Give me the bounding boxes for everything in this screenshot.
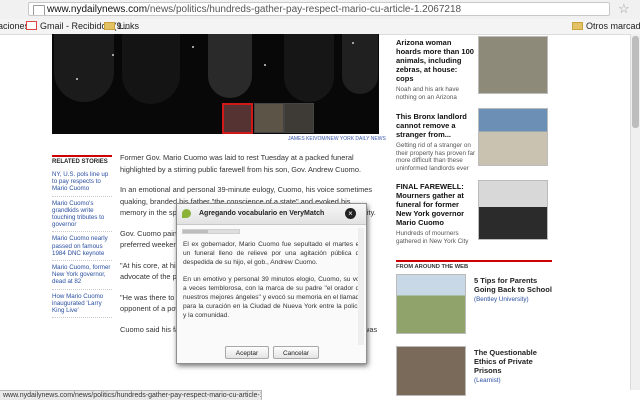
bookmark-other-label: Otros marcadores <box>586 21 640 31</box>
related-link[interactable]: How Mario Cuomo inaugurated 'Larry King … <box>52 293 112 319</box>
photo-figure <box>208 34 252 98</box>
related-stories: RELATED STORIES NY, U.S. pols line up to… <box>52 155 112 321</box>
ad-item[interactable]: The Questionable Ethics of Private Priso… <box>474 348 554 384</box>
story-thumbnail[interactable] <box>478 180 548 240</box>
dialog-scrollbar[interactable] <box>358 228 364 345</box>
section-title: FROM AROUND THE WEB <box>396 260 552 270</box>
ad-source[interactable]: (Learnist) <box>474 377 554 384</box>
article-paragraph: Former Gov. Mario Cuomo was laid to rest… <box>120 153 361 174</box>
photo-figure <box>284 34 334 102</box>
story-title[interactable]: This Bronx landlord cannot remove a stra… <box>396 112 476 139</box>
gallery-thumb[interactable] <box>254 103 284 133</box>
folder-icon <box>104 22 115 30</box>
snowflake <box>352 42 354 44</box>
story-thumbnail[interactable] <box>478 36 548 94</box>
url-input[interactable]: www.nydailynews.com/news/politics/hundre… <box>28 2 610 16</box>
story-desc: Noah and his ark have nothing on an Ariz… <box>396 86 460 101</box>
page-icon <box>33 5 45 15</box>
progress-bar <box>182 229 240 234</box>
bookmark-other[interactable]: Otros marcadores <box>572 19 640 34</box>
page-scrollbar[interactable] <box>630 34 640 390</box>
ad-thumbnail[interactable] <box>396 346 466 396</box>
photo-figure <box>342 34 378 94</box>
address-bar: www.nydailynews.com/news/politics/hundre… <box>0 0 640 20</box>
close-icon[interactable]: × <box>345 208 356 219</box>
photo-credit: JAMES KEIVOM/NEW YORK DAILY NEWS <box>288 136 386 142</box>
article-photo <box>52 34 379 134</box>
gallery-thumb[interactable] <box>222 103 253 134</box>
bookmark-links-label: Links <box>118 21 140 31</box>
ad-item[interactable]: 5 Tips for Parents Going Back to School … <box>474 276 554 303</box>
related-link[interactable]: Mario Cuomo nearly passed on famous 1984… <box>52 235 112 262</box>
photo-figure <box>122 34 180 104</box>
rail-story[interactable]: FINAL FAREWELL: Mourners gather at funer… <box>396 182 476 245</box>
dialog-text: El ex gobernador, Mario Cuomo fue sepult… <box>183 240 363 346</box>
photo-figure <box>54 34 114 102</box>
gmail-icon <box>26 21 37 30</box>
rail-story[interactable]: This Bronx landlord cannot remove a stra… <box>396 112 476 172</box>
url-host: www.nydailynews.com <box>47 4 148 15</box>
folder-icon <box>572 22 583 30</box>
bookmarks-bar: aciones Gmail - Recibidos (9... Links Ot… <box>0 19 640 35</box>
related-stories-title: RELATED STORIES <box>52 155 112 165</box>
story-title[interactable]: FINAL FAREWELL: Mourners gather at funer… <box>396 182 476 227</box>
accept-button[interactable]: Aceptar <box>225 346 269 359</box>
gallery-thumb[interactable] <box>284 103 314 133</box>
cancel-button[interactable]: Cancelar <box>273 346 319 359</box>
snowflake <box>264 64 266 66</box>
story-thumbnail[interactable] <box>478 108 548 166</box>
ad-source[interactable]: (Bentley University) <box>474 296 554 303</box>
scrollbar-thumb[interactable] <box>632 36 639 128</box>
story-desc: Hundreds of mourners gathered in New Yor… <box>396 230 469 245</box>
related-link[interactable]: Mario Cuomo, former New York governor, d… <box>52 264 112 290</box>
dialog-paragraph: En un emotivo y personal 39 minutos elog… <box>183 275 363 320</box>
ad-thumbnail[interactable] <box>396 274 466 334</box>
snowflake <box>112 54 114 56</box>
story-title[interactable]: Arizona woman hoards more than 100 anima… <box>396 38 476 83</box>
web-section: FROM AROUND THE WEB <box>396 260 552 270</box>
status-bar: www.nydailynews.com/news/politics/hundre… <box>0 390 262 400</box>
related-link[interactable]: NY, U.S. pols line up to pay respects to… <box>52 171 112 197</box>
snowflake <box>192 46 194 48</box>
rail-story[interactable]: Arizona woman hoards more than 100 anima… <box>396 38 476 101</box>
story-desc: Getting rid of a stranger on their prope… <box>396 142 476 172</box>
dialog-title: Agregando vocabulario en VeryMatch <box>199 210 325 217</box>
snowflake <box>76 78 78 80</box>
verymatch-logo-icon <box>182 209 191 218</box>
dialog-paragraph: El ex gobernador, Mario Cuomo fue sepult… <box>183 241 363 267</box>
progress-fill <box>183 230 209 233</box>
bookmark-aplicaciones[interactable]: aciones <box>0 19 29 34</box>
url-path: /news/politics/hundreds-gather-pay-respe… <box>147 4 462 15</box>
bookmark-star-icon[interactable]: ☆ <box>618 1 630 17</box>
verymatch-dialog: Agregando vocabulario en VeryMatch × El … <box>176 203 367 364</box>
ad-title[interactable]: The Questionable Ethics of Private Priso… <box>474 348 554 375</box>
dialog-header: Agregando vocabulario en VeryMatch × <box>177 204 366 225</box>
related-link[interactable]: Mario Cuomo's grandkids write touching t… <box>52 200 112 233</box>
bookmark-links[interactable]: Links <box>104 19 139 34</box>
ad-title[interactable]: 5 Tips for Parents Going Back to School <box>474 276 554 294</box>
